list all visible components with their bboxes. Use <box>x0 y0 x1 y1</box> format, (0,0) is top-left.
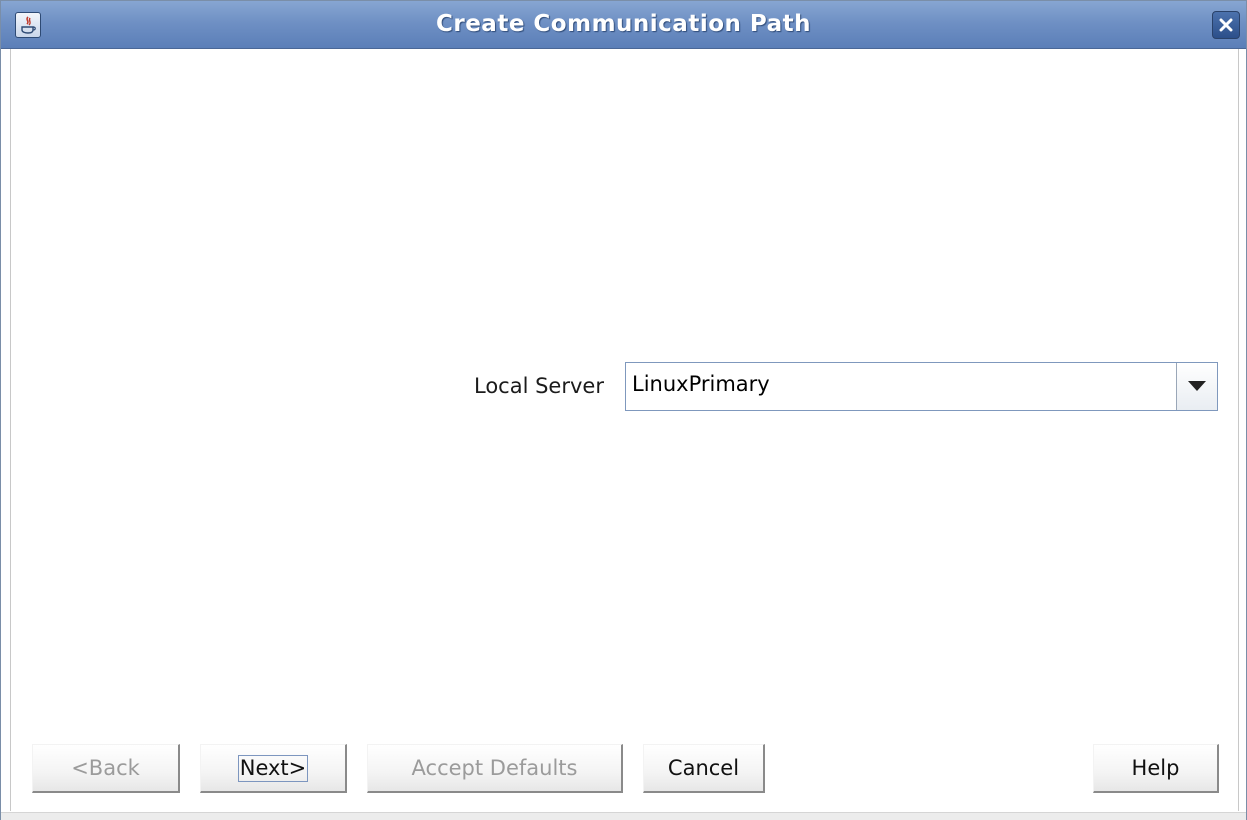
next-button-label: Next> <box>237 755 309 782</box>
dropdown-arrow-button[interactable] <box>1176 363 1217 410</box>
window-title: Create Communication Path <box>435 11 812 37</box>
accept-defaults-button[interactable]: Accept Defaults <box>367 744 623 793</box>
title-bar[interactable]: Create Communication Path <box>1 1 1246 49</box>
cancel-button[interactable]: Cancel <box>643 744 765 793</box>
bottom-border <box>1 812 1246 820</box>
local-server-label: Local Server <box>474 374 604 398</box>
local-server-dropdown[interactable]: LinuxPrimary <box>625 362 1218 411</box>
close-icon <box>1219 18 1233 32</box>
dialog-content <box>10 49 1239 811</box>
chevron-down-icon <box>1188 381 1206 391</box>
dialog-window: Create Communication Path Local Server L… <box>0 0 1247 820</box>
back-button[interactable]: <Back <box>32 744 180 793</box>
next-button[interactable]: Next> <box>200 744 347 793</box>
close-button[interactable] <box>1212 11 1240 39</box>
local-server-value: LinuxPrimary <box>632 372 770 396</box>
help-button[interactable]: Help <box>1093 744 1219 793</box>
